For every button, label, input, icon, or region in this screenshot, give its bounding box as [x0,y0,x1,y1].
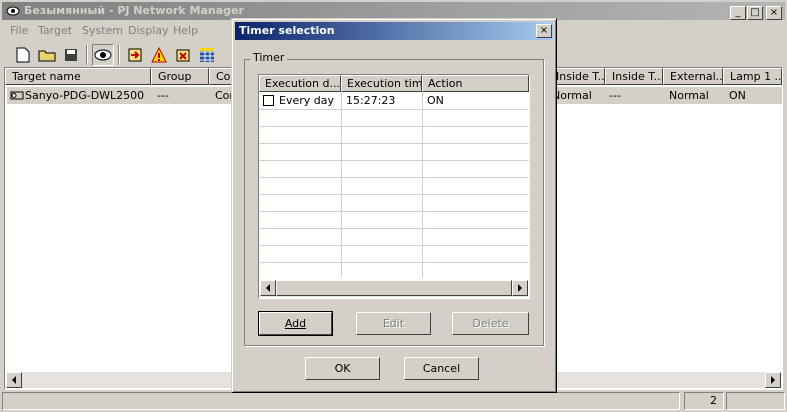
cancel-button[interactable]: Cancel [404,357,479,380]
grid-scroll-left-button[interactable] [260,280,276,296]
wizard-icon[interactable] [172,44,194,66]
scroll-left-button[interactable] [6,372,22,388]
dialog-close-button[interactable]: × [536,24,552,38]
column-header-action[interactable]: Action [422,75,529,92]
grid-line [259,262,529,263]
column-header-execution-day[interactable]: Execution d... [259,75,341,92]
grid-line [259,126,529,127]
connect-icon[interactable] [124,44,146,66]
arrow-right-icon [771,376,775,384]
grid-icon[interactable] [196,44,218,66]
status-panel-extra [726,392,785,410]
close-button[interactable]: × [766,6,782,20]
toolbar-separator [86,45,88,65]
toolbar-separator [118,45,120,65]
grid-scroll-thumb[interactable] [276,280,512,296]
arrow-left-icon [266,284,270,292]
ok-button[interactable]: OK [305,357,380,380]
grid-line [259,109,529,110]
column-header-lamp-1[interactable]: Lamp 1 ... [723,68,782,85]
cell-external: Normal [669,89,709,102]
grid-horizontal-scrollbar[interactable] [260,280,528,297]
status-bar: 2 [2,392,785,410]
grid-scroll-right-button[interactable] [512,280,528,296]
column-header-target-name[interactable]: Target name [5,68,151,85]
status-count: 2 [684,392,724,410]
cell-target-name: Sanyo-PDG-DWL2500 [25,89,145,102]
arrow-left-icon [12,376,16,384]
dialog-title: Timer selection [239,24,335,37]
arrow-right-icon [518,284,522,292]
open-folder-icon[interactable] [36,44,58,66]
new-file-icon[interactable] [12,44,34,66]
timer-selection-dialog: Timer selection × Timer Execution d... E… [231,18,557,393]
grid-line [341,92,342,278]
grid-line [259,211,529,212]
column-header-execution-time[interactable]: Execution time [341,75,422,92]
grid-line [259,228,529,229]
grid-line [259,177,529,178]
every-day-checkbox[interactable] [263,95,274,106]
minimize-button[interactable]: _ [730,6,746,20]
cell-action: ON [427,94,444,107]
column-header-external[interactable]: External... [663,68,723,85]
grid-line [259,245,529,246]
cell-lamp-1: ON [729,89,746,102]
column-header-group[interactable]: Group [151,68,209,85]
menu-target[interactable]: Target [38,24,72,37]
projector-icon [10,91,24,100]
cell-inside-temp-2: --- [609,89,621,102]
timer-group-label: Timer [250,51,288,64]
add-button[interactable]: Add [258,311,333,336]
grid-line [259,194,529,195]
cell-execution-day: Every day [279,94,334,107]
cell-group: --- [157,89,169,102]
column-header-inside-temp-2[interactable]: Inside T... [605,68,663,85]
warning-icon[interactable] [148,44,170,66]
maximize-button[interactable]: □ [747,6,763,20]
menu-display[interactable]: Display [128,24,169,37]
view-eye-icon[interactable] [92,44,114,66]
add-button-label: Add [284,317,307,330]
menu-file[interactable]: File [10,24,28,37]
save-icon[interactable] [60,44,82,66]
scroll-right-button[interactable] [765,372,781,388]
dialog-title-bar[interactable]: Timer selection × [235,22,553,40]
edit-button[interactable]: Edit [356,312,431,335]
table-row[interactable]: Every day 15:27:23 ON [259,92,529,109]
grid-line [422,92,423,278]
cell-execution-time: 15:27:23 [346,94,396,107]
delete-button[interactable]: Delete [452,312,529,335]
column-header-inside-temp-1[interactable]: Inside T... [549,68,605,85]
timer-grid[interactable]: Execution d... Execution time Action Eve… [258,74,530,299]
menu-help[interactable]: Help [173,24,198,37]
cell-inside-temp-1: Normal [552,89,592,102]
app-eye-icon [6,6,20,16]
main-title: Безымянный - PJ Network Manager [24,4,244,17]
status-panel-main [2,392,680,410]
menu-system[interactable]: System [82,24,123,37]
grid-line [259,143,529,144]
grid-line [259,160,529,161]
